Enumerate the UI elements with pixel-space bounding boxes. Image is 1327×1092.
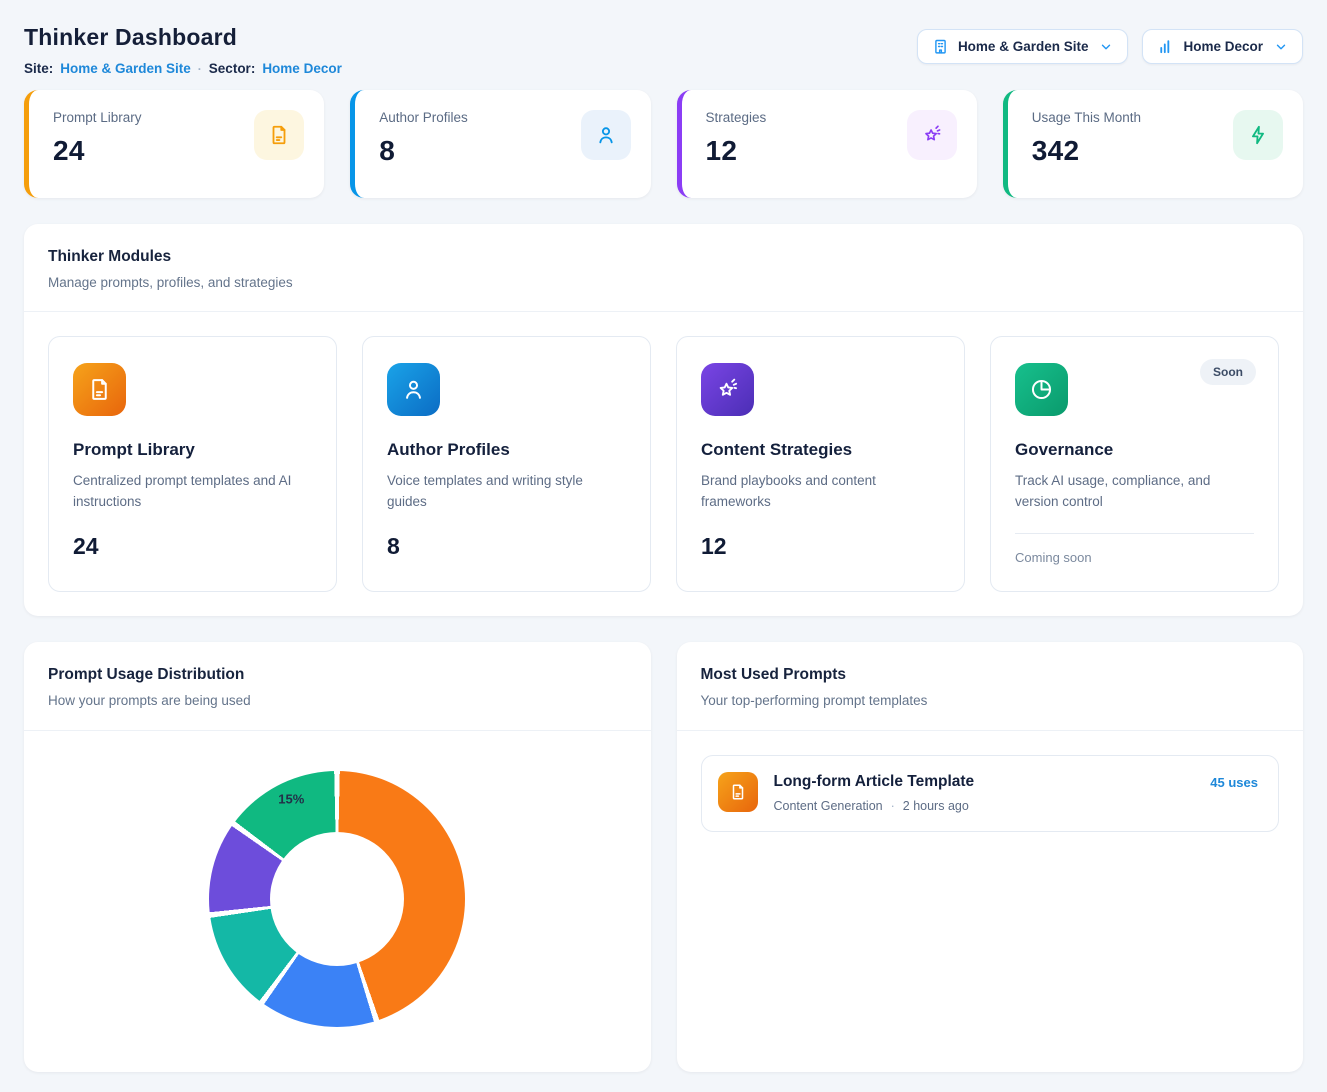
stat-label: Strategies bbox=[706, 110, 767, 125]
module-card-governance[interactable]: Soon Governance Track AI usage, complian… bbox=[990, 336, 1279, 592]
chevron-down-icon bbox=[1099, 40, 1113, 54]
module-card-content-strategies[interactable]: Content Strategies Brand playbooks and c… bbox=[676, 336, 965, 592]
module-count: 24 bbox=[73, 533, 312, 560]
module-description: Voice templates and writing style guides bbox=[387, 471, 626, 513]
module-title: Governance bbox=[1015, 440, 1254, 460]
modules-panel: Thinker Modules Manage prompts, profiles… bbox=[24, 224, 1303, 616]
site-link[interactable]: Home & Garden Site bbox=[60, 61, 191, 76]
building-icon bbox=[932, 38, 949, 55]
stat-card-author-profiles: Author Profiles 8 bbox=[350, 90, 650, 198]
dot-separator: · bbox=[891, 799, 895, 813]
page-header: Thinker Dashboard Site: Home & Garden Si… bbox=[24, 20, 1303, 76]
prompts-list: Long-form Article Template Content Gener… bbox=[677, 731, 1304, 856]
modules-panel-title: Thinker Modules bbox=[48, 248, 1279, 266]
usage-donut-chart: 15% bbox=[209, 771, 465, 1027]
dashboard-page: Thinker Dashboard Site: Home & Garden Si… bbox=[0, 0, 1327, 1092]
module-description: Track AI usage, compliance, and version … bbox=[1015, 471, 1254, 513]
modules-panel-header: Thinker Modules Manage prompts, profiles… bbox=[24, 224, 1303, 312]
stat-text: Prompt Library 24 bbox=[53, 110, 142, 167]
dot-separator: · bbox=[198, 62, 202, 76]
module-title: Author Profiles bbox=[387, 440, 626, 460]
stat-value: 8 bbox=[379, 135, 468, 167]
bottom-row: Prompt Usage Distribution How your promp… bbox=[24, 642, 1303, 1072]
prompts-card-header: Most Used Prompts Your top-performing pr… bbox=[677, 642, 1304, 731]
usage-card-header: Prompt Usage Distribution How your promp… bbox=[24, 642, 651, 731]
donut-segment-label: 15% bbox=[278, 792, 304, 807]
most-used-prompts-card: Most Used Prompts Your top-performing pr… bbox=[677, 642, 1304, 1072]
magic-star-icon bbox=[701, 363, 754, 416]
bar-chart-icon bbox=[1157, 38, 1174, 55]
usage-card-title: Prompt Usage Distribution bbox=[48, 666, 627, 684]
sector-label: Sector: bbox=[209, 61, 256, 76]
document-icon bbox=[73, 363, 126, 416]
module-title: Content Strategies bbox=[701, 440, 940, 460]
module-title: Prompt Library bbox=[73, 440, 312, 460]
stat-label: Usage This Month bbox=[1032, 110, 1141, 125]
stat-card-usage: Usage This Month 342 bbox=[1003, 90, 1303, 198]
site-selector-dropdown[interactable]: Home & Garden Site bbox=[917, 29, 1129, 64]
document-icon bbox=[718, 772, 758, 812]
module-divider bbox=[1015, 533, 1254, 534]
sector-link[interactable]: Home Decor bbox=[262, 61, 342, 76]
prompts-card-subtitle: Your top-performing prompt templates bbox=[701, 693, 1280, 708]
prompt-item-time: 2 hours ago bbox=[903, 799, 969, 813]
module-count: 12 bbox=[701, 533, 940, 560]
chevron-down-icon bbox=[1274, 40, 1288, 54]
modules-grid: Prompt Library Centralized prompt templa… bbox=[24, 312, 1303, 616]
sector-selector-label: Home Decor bbox=[1183, 39, 1263, 54]
stat-value: 12 bbox=[706, 135, 767, 167]
chart-area: 15% bbox=[24, 731, 651, 1027]
stat-value: 342 bbox=[1032, 135, 1141, 167]
stat-value: 24 bbox=[53, 135, 142, 167]
stat-label: Prompt Library bbox=[53, 110, 142, 125]
module-count: 8 bbox=[387, 533, 626, 560]
stat-text: Strategies 12 bbox=[706, 110, 767, 167]
module-description: Centralized prompt templates and AI inst… bbox=[73, 471, 312, 513]
user-icon bbox=[387, 363, 440, 416]
prompt-item-meta: Content Generation · 2 hours ago bbox=[774, 799, 1195, 813]
stat-label: Author Profiles bbox=[379, 110, 468, 125]
stat-card-strategies: Strategies 12 bbox=[677, 90, 977, 198]
site-label: Site: bbox=[24, 61, 53, 76]
sector-selector-dropdown[interactable]: Home Decor bbox=[1142, 29, 1303, 64]
user-icon bbox=[581, 110, 631, 160]
module-card-prompt-library[interactable]: Prompt Library Centralized prompt templa… bbox=[48, 336, 337, 592]
prompt-item-category: Content Generation bbox=[774, 799, 883, 813]
breadcrumb: Site: Home & Garden Site · Sector: Home … bbox=[24, 61, 342, 76]
usage-card-subtitle: How your prompts are being used bbox=[48, 693, 627, 708]
soon-badge: Soon bbox=[1200, 359, 1256, 385]
prompt-item-uses-badge: 45 uses bbox=[1210, 772, 1258, 790]
module-card-author-profiles[interactable]: Author Profiles Voice templates and writ… bbox=[362, 336, 651, 592]
lightning-icon bbox=[1233, 110, 1283, 160]
modules-panel-subtitle: Manage prompts, profiles, and strategies bbox=[48, 275, 1279, 290]
site-selector-label: Home & Garden Site bbox=[958, 39, 1089, 54]
stat-card-prompt-library: Prompt Library 24 bbox=[24, 90, 324, 198]
magic-star-icon bbox=[907, 110, 957, 160]
prompts-card-title: Most Used Prompts bbox=[701, 666, 1280, 684]
stat-text: Usage This Month 342 bbox=[1032, 110, 1141, 167]
stat-text: Author Profiles 8 bbox=[379, 110, 468, 167]
header-controls: Home & Garden Site Home Decor bbox=[917, 29, 1303, 64]
prompt-list-item[interactable]: Long-form Article Template Content Gener… bbox=[701, 755, 1280, 832]
page-header-left: Thinker Dashboard Site: Home & Garden Si… bbox=[24, 20, 342, 76]
coming-soon-text: Coming soon bbox=[1015, 550, 1254, 565]
page-title: Thinker Dashboard bbox=[24, 24, 342, 51]
document-icon bbox=[254, 110, 304, 160]
prompt-item-title: Long-form Article Template bbox=[774, 773, 1195, 791]
prompt-item-body: Long-form Article Template Content Gener… bbox=[774, 772, 1195, 813]
stats-row: Prompt Library 24 Author Profiles 8 bbox=[24, 90, 1303, 198]
module-description: Brand playbooks and content frameworks bbox=[701, 471, 940, 513]
usage-distribution-card: Prompt Usage Distribution How your promp… bbox=[24, 642, 651, 1072]
pie-chart-icon bbox=[1015, 363, 1068, 416]
